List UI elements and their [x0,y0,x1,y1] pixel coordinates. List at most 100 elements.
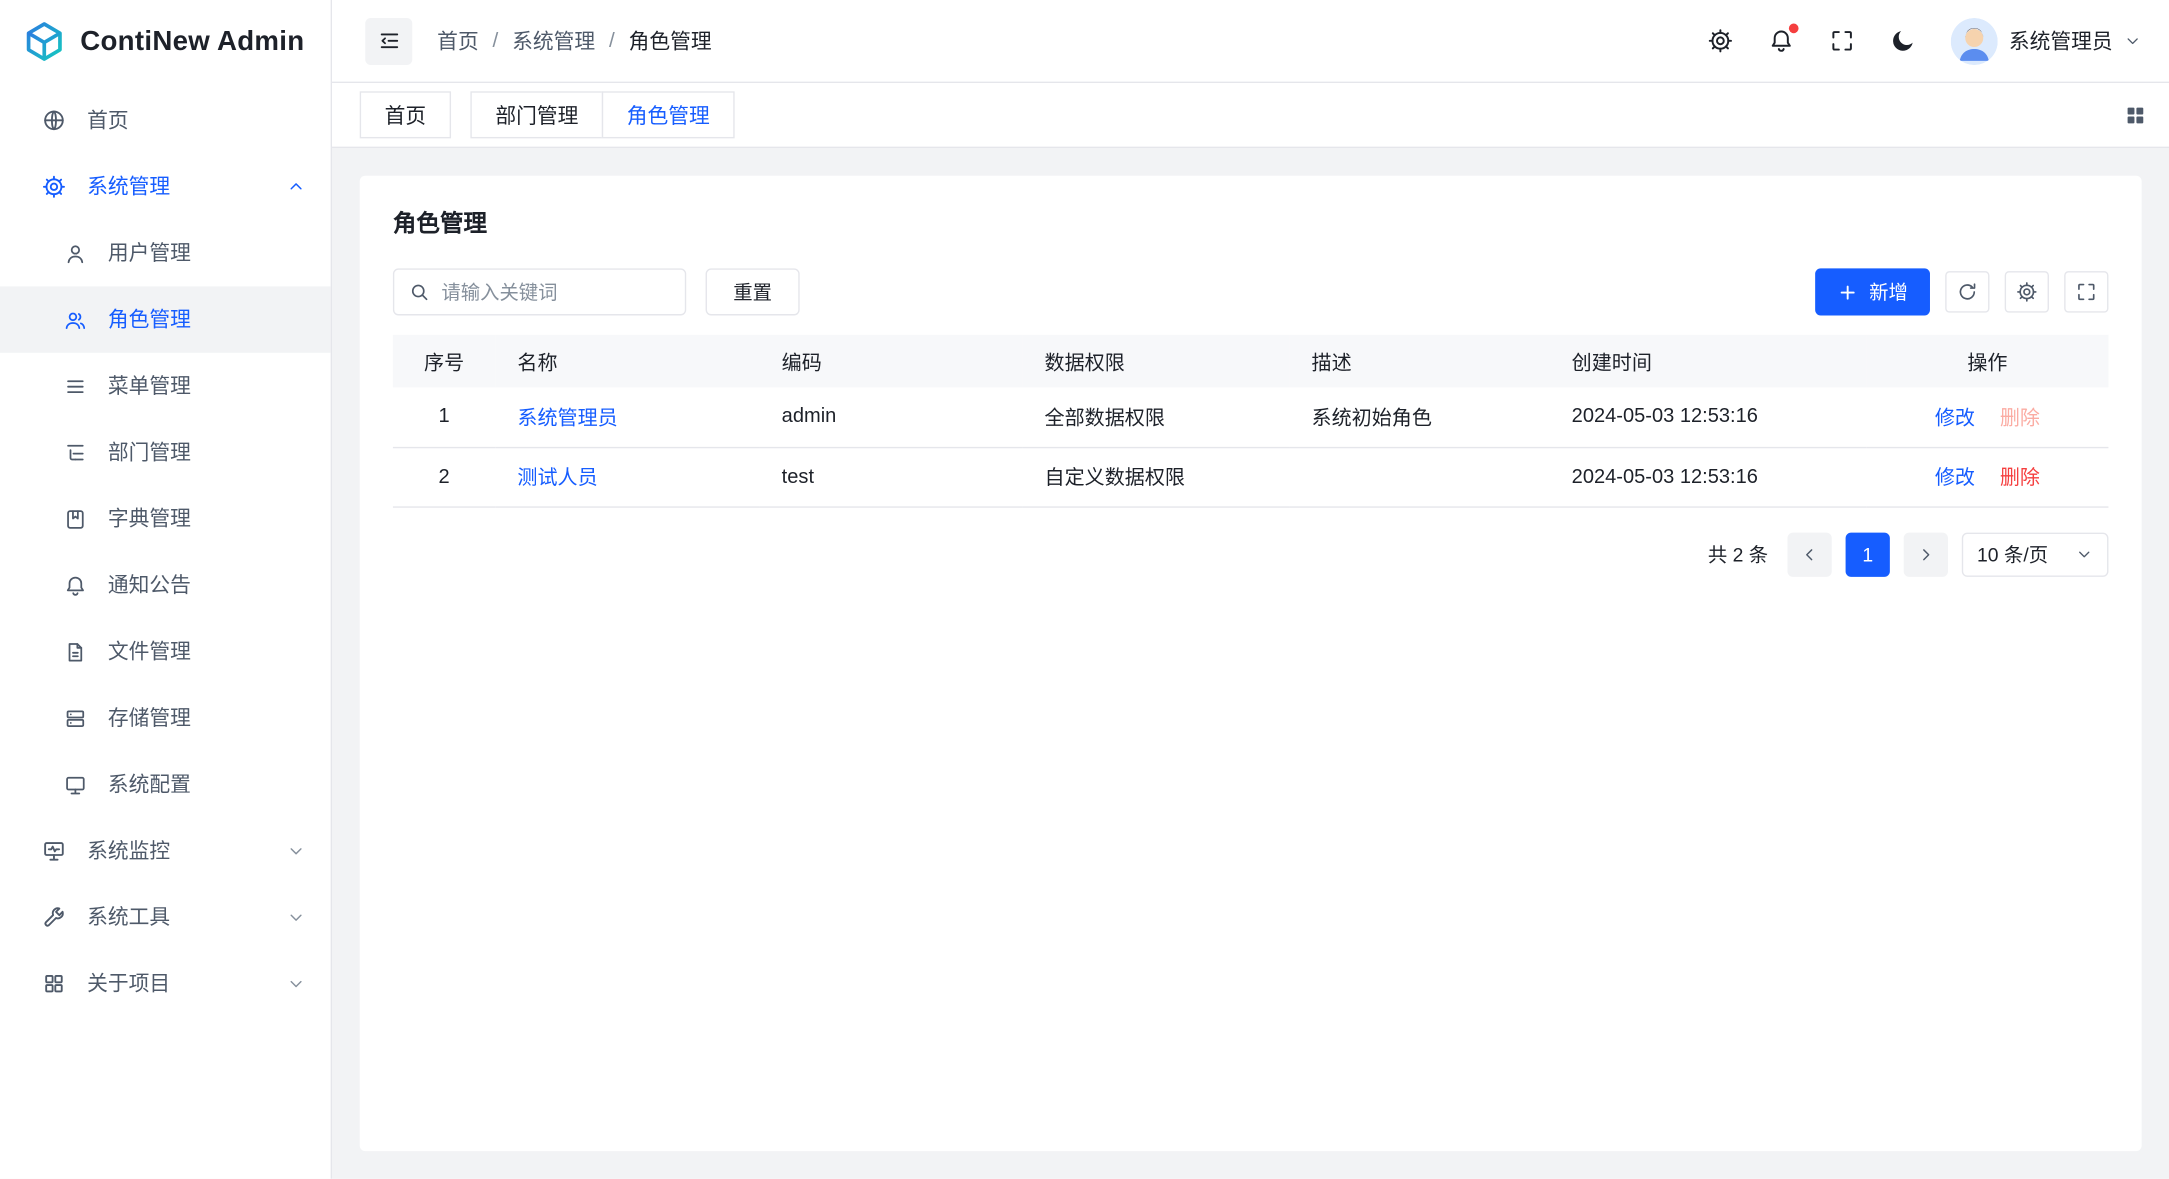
search-box[interactable] [393,268,686,315]
breadcrumb-home[interactable]: 首页 [437,26,479,55]
apps-grid-icon [2124,103,2148,127]
app-window: ContiNew Admin 首页 系统管理 用户管理 角色管理 [0,0,2169,1179]
tab-role-management[interactable]: 角色管理 [602,91,735,138]
sidebar-item-label: 关于项目 [87,973,170,994]
sidebar-item-department-management[interactable]: 部门管理 [0,419,331,485]
cell-index: 1 [393,387,495,446]
moon-icon [1890,28,1916,54]
book-icon [64,507,88,531]
sidebar-item-label: 系统管理 [87,176,170,197]
sidebar-item-system-tools[interactable]: 系统工具 [0,884,331,950]
edit-link[interactable]: 修改 [1935,408,1975,430]
breadcrumb: 首页 / 系统管理 / 角色管理 [437,26,711,55]
gear-icon [2016,281,2038,303]
storage-icon [64,706,88,730]
sidebar-item-system-management[interactable]: 系统管理 [0,154,331,220]
header-actions: 系统管理员 [1707,17,2141,64]
column-header-description: 描述 [1289,335,1549,388]
refresh-icon [1956,281,1978,303]
table-toolbar: 重置 新增 [393,268,2109,315]
table-settings-button[interactable] [2005,271,2049,313]
settings-button[interactable] [1707,28,1733,54]
page-title: 角色管理 [393,203,2109,238]
main-column: 首页 / 系统管理 / 角色管理 [332,0,2169,1179]
gear-icon [42,174,67,199]
cell-created-time: 2024-05-03 12:53:16 [1550,447,1867,506]
add-button[interactable]: 新增 [1815,268,1930,315]
monitor-icon [64,773,88,797]
tab-department-management[interactable]: 部门管理 [470,91,603,138]
sidebar-item-notice[interactable]: 通知公告 [0,552,331,618]
page-size-select[interactable]: 10 条/页 [1962,532,2109,576]
reset-button[interactable]: 重置 [706,268,800,315]
cell-created-time: 2024-05-03 12:53:16 [1550,387,1867,446]
cell-description [1289,447,1549,506]
cell-data-scope: 全部数据权限 [1022,387,1289,446]
users-icon [64,308,88,332]
org-tree-icon [64,441,88,465]
list-icon [64,374,88,398]
tab-home[interactable]: 首页 [360,91,451,138]
sidebar-item-role-management[interactable]: 角色管理 [0,286,331,352]
breadcrumb-role-management: 角色管理 [629,26,712,55]
sidebar-item-system-config[interactable]: 系统配置 [0,751,331,817]
page-tabs: 首页 部门管理 角色管理 [332,83,2169,148]
sidebar: ContiNew Admin 首页 系统管理 用户管理 角色管理 [0,0,332,1179]
user-menu[interactable]: 系统管理员 [1951,17,2142,64]
app-title: ContiNew Admin [80,26,304,58]
cell-index: 2 [393,447,495,506]
cell-data-scope: 自定义数据权限 [1022,447,1289,506]
sidebar-item-about-project[interactable]: 关于项目 [0,950,331,1016]
sidebar-item-system-monitor[interactable]: 系统监控 [0,818,331,884]
logo[interactable]: ContiNew Admin [0,0,331,83]
sidebar-item-dictionary-management[interactable]: 字典管理 [0,486,331,552]
cell-code: test [760,447,1023,506]
breadcrumb-separator: / [493,29,499,53]
delete-link[interactable]: 删除 [2000,468,2040,490]
add-button-label: 新增 [1869,278,1908,306]
edit-link[interactable]: 修改 [1935,468,1975,490]
column-header-actions: 操作 [1866,335,2108,388]
breadcrumb-separator: / [609,29,615,53]
wrench-icon [42,905,67,930]
refresh-button[interactable] [1945,271,1989,313]
column-header-data-scope: 数据权限 [1022,335,1289,388]
sidebar-item-label: 通知公告 [108,575,191,596]
tab-actions-button[interactable] [2124,103,2148,127]
expand-table-button[interactable] [2064,271,2108,313]
notifications-button[interactable] [1768,28,1794,54]
cell-code: admin [760,387,1023,446]
cell-description: 系统初始角色 [1289,387,1549,446]
fullscreen-button[interactable] [1829,28,1855,54]
collapse-sidebar-button[interactable] [365,17,412,64]
table-header-row: 序号 名称 编码 数据权限 描述 创建时间 操作 [393,335,2109,388]
sidebar-item-label: 首页 [87,110,129,131]
sidebar-item-label: 部门管理 [108,442,191,463]
chevron-down-icon [2075,545,2093,563]
sidebar-item-menu-management[interactable]: 菜单管理 [0,353,331,419]
chevron-right-icon [1916,544,1935,563]
search-input[interactable] [441,281,671,303]
role-name-link[interactable]: 系统管理员 [517,408,617,430]
notification-badge-dot [1789,24,1799,34]
sidebar-item-user-management[interactable]: 用户管理 [0,220,331,286]
previous-page-button[interactable] [1787,532,1831,576]
sidebar-item-label: 系统监控 [87,840,170,861]
content-area: 角色管理 重置 新增 [332,148,2169,1179]
sidebar-item-storage-management[interactable]: 存储管理 [0,685,331,751]
home-icon [42,108,67,133]
delete-link-disabled: 删除 [2000,408,2040,430]
page-number-button[interactable]: 1 [1846,532,1890,576]
table-row: 1 系统管理员 admin 全部数据权限 系统初始角色 2024-05-03 1… [393,387,2109,446]
plus-icon [1837,282,1858,303]
sidebar-menu: 首页 系统管理 用户管理 角色管理 菜单管理 部门管理 [0,83,331,1017]
column-header-code: 编码 [760,335,1023,388]
sidebar-item-file-management[interactable]: 文件管理 [0,618,331,684]
role-management-card: 角色管理 重置 新增 [360,176,2142,1151]
next-page-button[interactable] [1904,532,1948,576]
breadcrumb-system-management[interactable]: 系统管理 [512,26,595,55]
column-header-index: 序号 [393,335,495,388]
dark-mode-toggle[interactable] [1890,28,1916,54]
sidebar-item-home[interactable]: 首页 [0,87,331,153]
role-name-link[interactable]: 测试人员 [517,468,597,490]
